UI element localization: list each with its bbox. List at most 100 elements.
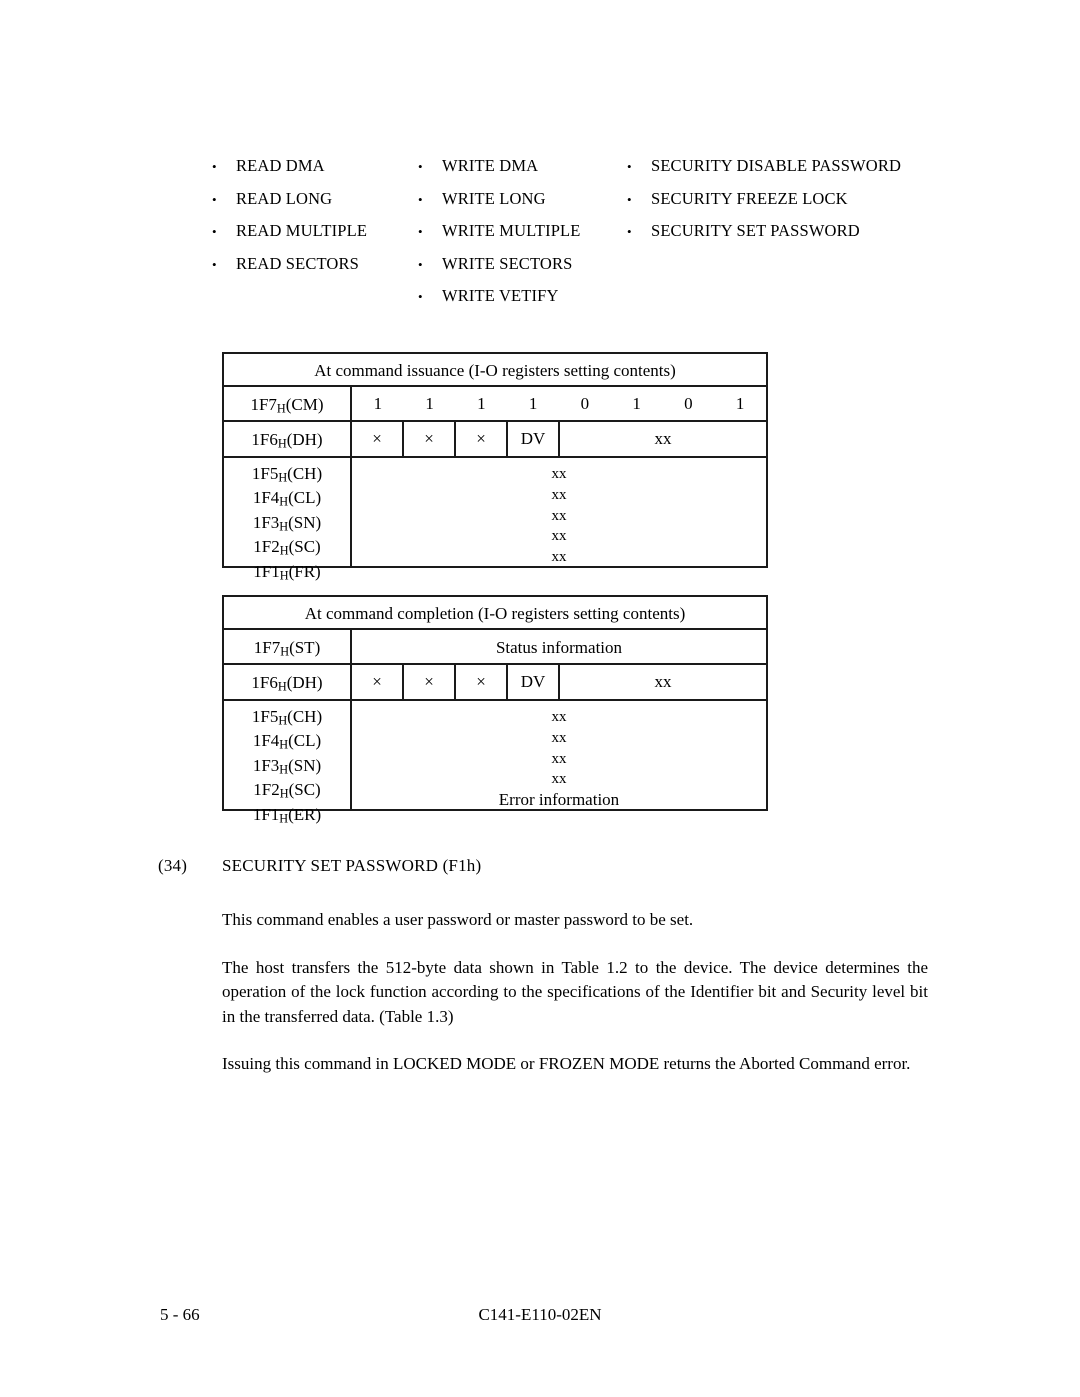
register-subscript: H [276,401,286,416]
list-item: • READ MULTIPLE [212,215,367,248]
dh-bit-cell: × [352,422,404,456]
dh-wide-cell: xx [654,429,672,448]
bullet-icon: • [212,256,217,272]
register-mnemonic: (SC) [288,537,321,557]
register-name-cell: 1F2H(SC) [224,537,350,561]
bit-cell: 1 [373,393,383,413]
register-mnemonic: (CL) [288,731,322,751]
section-number: (34) [158,856,188,875]
register-mnemonic: (SC) [288,780,321,800]
register-id: 1F7 [253,638,281,657]
register-value: xx [551,507,567,524]
register-id: 1F3 [252,512,280,532]
register-mnemonic: (ST) [289,638,321,657]
register-name-cell: 1F3H(SN) [224,513,350,537]
page-footer: 5 - 66 C141-E110-02EN [0,1305,1080,1331]
table-row: 1F5H(CH) 1F4H(CL) 1F3H(SN) 1F2H(SC) 1F1H… [224,701,766,826]
status-information-value: Status information [495,638,623,657]
bit-row: 1 1 1 1 0 1 0 1 [352,387,766,420]
table-caption: At command completion (I-O registers set… [224,597,766,630]
command-label: WRITE LONG [442,188,546,208]
register-id: 1F2 [253,537,280,557]
register-value-column: xx xx xx xx Error information [352,701,766,810]
register-name-cell: 1F6H(DH) [224,422,352,456]
section-title: SECURITY SET PASSWORD (F1h) [222,856,482,875]
bullet-icon: • [627,191,632,207]
register-name-cell: 1F3H(SN) [224,756,350,780]
bullet-icon: • [212,224,217,239]
page-title: (34) SECURITY SET PASSWORD (F1h) [0,856,1080,882]
dh-bit-cell: × [456,422,508,456]
table-caption: At command issuance (I-O registers setti… [224,354,766,387]
register-value-list: xx xx xx xx xx [352,458,766,568]
command-label: READ SECTORS [236,253,359,273]
command-label: WRITE MULTIPLE [442,221,581,240]
table-row: 1F6H(DH) × × × DV xx [224,422,766,458]
register-subscript: H [279,762,289,777]
register-subscript: H [279,568,289,583]
register-id: 1F2 [253,780,280,800]
register-id: 1F5 [251,464,279,483]
register-value: xx [551,750,567,767]
footer-document-id: C141-E110-02EN [478,1305,602,1324]
bullet-icon: • [418,159,423,174]
bullet-icon: • [212,191,217,207]
register-subscript: H [279,495,289,510]
list-item: • SECURITY SET PASSWORD [627,215,901,248]
dh-bit-cell: × [404,422,456,456]
register-mnemonic: (CM) [285,395,324,414]
register-name-cell: 1F6H(DH) [224,665,352,699]
register-id: 1F4 [252,731,280,751]
register-name-column: 1F5H(CH) 1F4H(CL) 1F3H(SN) 1F2H(SC) 1F1H… [224,458,352,583]
register-name-cell: 1F7H(CM) [224,387,352,420]
register-subscript: H [278,713,288,728]
register-mnemonic: (SN) [288,512,322,532]
register-subscript: H [280,644,290,659]
register-mnemonic: (CH) [287,707,323,726]
register-id: 1F5 [251,707,279,726]
command-label: SECURITY SET PASSWORD [651,221,860,240]
list-item: • READ LONG [212,183,367,216]
register-value: xx [551,549,567,566]
dh-dv-cell: DV [508,422,560,456]
register-id: 1F6 [251,673,278,692]
command-label: READ DMA [236,156,325,175]
list-item: • SECURITY DISABLE PASSWORD [627,150,901,183]
register-name-cell: 1F5H(CH) [224,464,350,488]
bullet-icon: • [418,224,423,239]
bullet-icon: • [627,159,632,174]
bullet-icon: • [418,289,423,304]
register-id: 1F3 [252,755,280,775]
register-value: xx [551,466,567,482]
register-subscript: H [277,679,287,694]
register-name-cell: 1F2H(SC) [224,780,350,804]
bit-cell: 0 [684,393,693,413]
register-mnemonic: (SN) [288,755,322,775]
dh-cell-row: × × × DV xx [352,665,766,699]
register-id: 1F7 [250,395,277,414]
register-value: xx [551,528,567,545]
list-item: • WRITE MULTIPLE [418,215,581,248]
register-subscript: H [277,436,287,451]
paragraph-description: This command enables a user password or … [222,910,694,929]
table-command-issuance: At command issuance (I-O registers setti… [222,352,768,583]
document-page: • READ DMA • READ LONG • READ MULTIPLE • REA… [0,0,1080,1397]
table-command-completion: At command completion (I-O registers set… [222,595,768,826]
register-value-list: xx xx xx xx Error information [352,701,766,811]
command-label: WRITE SECTORS [442,253,573,273]
command-column-write: • WRITE DMA • WRITE LONG • WRITE MULTIPLE •… [418,150,581,313]
command-label: SECURITY FREEZE LOCK [651,188,848,208]
bit-cell: 0 [580,393,590,413]
register-mnemonic: (DH) [286,673,323,692]
dh-cell-row: × × × DV xx [352,422,766,456]
list-item: • WRITE DMA [418,150,581,183]
table-row: 1F5H(CH) 1F4H(CL) 1F3H(SN) 1F2H(SC) 1F1H… [224,458,766,583]
bullet-icon: • [627,224,632,239]
bullet-icon: • [418,256,423,272]
dh-wide-cell: xx [654,672,672,691]
register-value: xx [551,709,567,725]
register-value: xx [551,729,567,746]
bit-cell: 1 [528,393,538,413]
register-value-cell: × × × DV xx [352,665,766,699]
register-name-column: 1F5H(CH) 1F4H(CL) 1F3H(SN) 1F2H(SC) 1F1H… [224,701,352,826]
